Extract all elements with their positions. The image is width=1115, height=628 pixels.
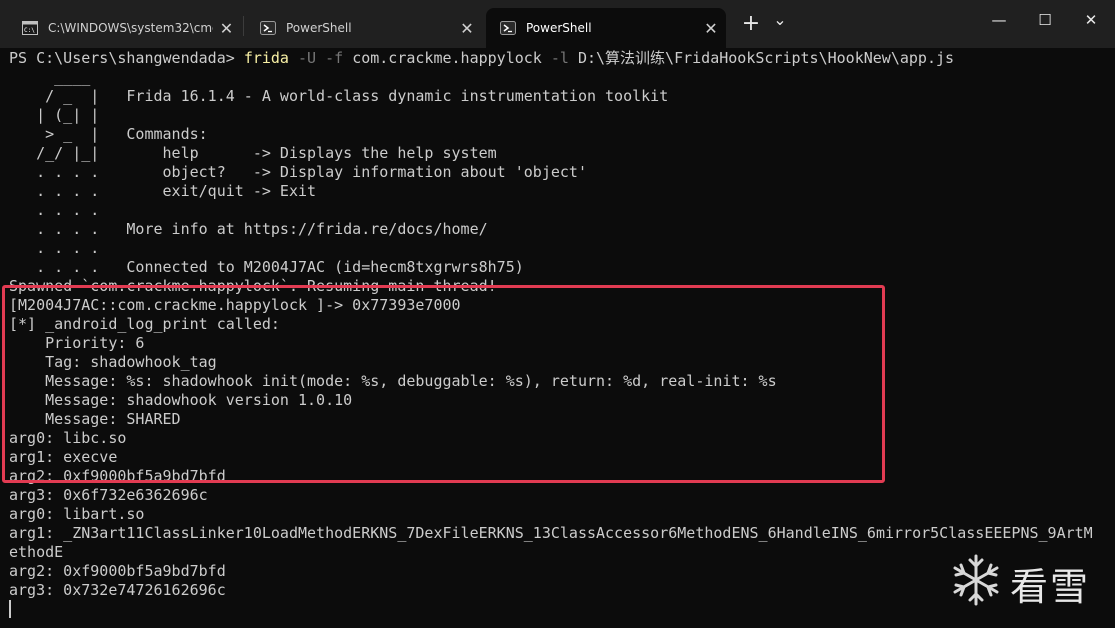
tab-title: PowerShell [526,21,592,35]
command-package: com.crackme.happylock [352,49,542,67]
title-bar: C:\ C:\WINDOWS\system32\cmd.e ✕ PowerShe… [0,0,1115,48]
terminal-line: arg3: 0x6f732e6362696c [9,486,208,504]
tab-divider [243,16,244,36]
command-flags: -l [541,49,578,67]
terminal-line: . . . . [9,239,100,257]
terminal-line: ethodE [9,543,64,561]
tab-powershell-active[interactable]: PowerShell ✕ [486,8,726,48]
terminal-line: /_/ |_| help -> Displays the help system [9,144,497,162]
tab-title: PowerShell [286,21,352,35]
text-cursor [9,600,11,618]
kanxue-watermark: 看雪 [948,552,1100,609]
prompt: PS C:\Users\shangwendada> [9,49,244,67]
terminal-line: > _ | Commands: [9,125,208,143]
maximize-button[interactable]: ☐ [1021,0,1069,40]
command-program: frida [243,49,289,67]
terminal-line: | (_| | [9,106,100,124]
minimize-button[interactable]: — [975,0,1023,40]
terminal-line: . . . . object? -> Display information a… [9,163,587,181]
close-button[interactable]: ✕ [1067,0,1115,40]
terminal-line: arg1: _ZN3art11ClassLinker10LoadMethodER… [9,524,1093,542]
cmd-icon: C:\ [22,21,38,35]
highlight-box [2,285,885,483]
terminal-line: arg2: 0xf9000bf5a9bd7bfd [9,562,226,580]
terminal-line: . . . . More info at https://frida.re/do… [9,220,488,238]
close-icon[interactable]: ✕ [696,19,726,38]
snowflake-icon [953,554,999,606]
terminal-line: . . . . [9,201,100,219]
terminal-line: . . . . Connected to M2004J7AC (id=hecm8… [9,258,524,276]
terminal-line: ____ [9,68,91,86]
command-script: D:\算法训练\FridaHookScripts\HookNew\app.js [577,49,955,67]
command-flags: -U -f [288,49,353,67]
command-line: PS C:\Users\shangwendada> frida -U -f co… [9,49,954,68]
tab-cmd[interactable]: C:\ C:\WINDOWS\system32\cmd.e ✕ [8,8,240,48]
watermark-text: 看雪 [1010,565,1091,609]
chevron-down-icon[interactable]: ⌄ [768,6,792,34]
close-icon[interactable]: ✕ [213,19,240,38]
tab-powershell[interactable]: PowerShell ✕ [246,8,482,48]
terminal-line: / _ | Frida 16.1.4 - A world-class dynam… [9,87,669,105]
terminal-line: arg3: 0x732e74726162696c [9,581,226,599]
terminal-line: . . . . exit/quit -> Exit [9,182,317,200]
tab-title: C:\WINDOWS\system32\cmd.e [48,21,213,35]
new-tab-button[interactable]: + [738,10,764,38]
svg-text:C:\: C:\ [24,27,35,34]
terminal-output[interactable]: PS C:\Users\shangwendada> frida -U -f co… [0,48,1115,628]
terminal-line: arg0: libart.so [9,505,145,523]
powershell-icon [260,21,276,35]
powershell-icon [500,21,516,35]
close-icon[interactable]: ✕ [452,19,482,38]
